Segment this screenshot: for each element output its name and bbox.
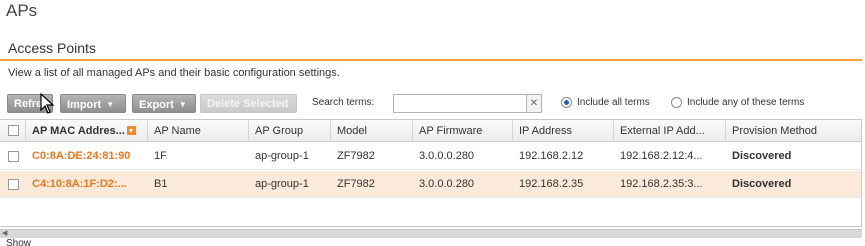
- section-title: Access Points: [8, 40, 96, 56]
- export-button[interactable]: Export ▼: [132, 94, 196, 113]
- include-all-terms-radio[interactable]: [561, 97, 572, 108]
- select-all-cell: [0, 120, 26, 142]
- scroll-left-icon[interactable]: ◀: [2, 230, 7, 238]
- provision-method-cell: Discovered: [732, 150, 792, 162]
- column-header-mac-label: AP MAC Addres...: [32, 125, 125, 137]
- column-header-firmware[interactable]: AP Firmware: [413, 120, 513, 142]
- ip-address-cell: 192.168.2.12: [519, 150, 584, 162]
- include-any-terms-label: Include any of these terms: [687, 97, 805, 108]
- column-header-model[interactable]: Model: [331, 120, 413, 142]
- ap-table: AP MAC Addres... AP Name AP Group Model …: [0, 119, 862, 227]
- show-label: Show: [6, 238, 32, 246]
- caret-down-icon: ▼: [178, 100, 187, 109]
- include-all-terms-label: Include all terms: [577, 97, 650, 108]
- firmware-cell: 3.0.0.0.280: [419, 150, 475, 162]
- ap-group-cell: ap-group-1: [255, 178, 309, 190]
- include-any-terms-radio[interactable]: [671, 97, 682, 108]
- ap-group-cell: ap-group-1: [255, 150, 309, 162]
- table-row[interactable]: C4:10:8A:1F:D2:... B1 ap-group-1 ZF7982 …: [0, 171, 861, 198]
- sort-desc-icon[interactable]: [126, 126, 136, 135]
- external-ip-cell: 192.168.2.12:4...: [620, 150, 703, 162]
- column-header-ip-address[interactable]: IP Address: [513, 120, 614, 142]
- mouse-cursor-icon: [40, 93, 55, 114]
- import-button[interactable]: Import ▼: [60, 94, 126, 113]
- model-cell: ZF7982: [337, 150, 375, 162]
- column-header-external-ip[interactable]: External IP Add...: [614, 120, 726, 142]
- column-header-ap-name[interactable]: AP Name: [148, 120, 249, 142]
- column-header-ap-group[interactable]: AP Group: [249, 120, 331, 142]
- import-button-label: Import: [67, 99, 102, 111]
- search-label: Search terms:: [312, 97, 375, 108]
- table-header: AP MAC Addres... AP Name AP Group Model …: [0, 120, 861, 142]
- external-ip-cell: 192.168.2.35:3...: [620, 178, 703, 190]
- column-header-provision-method[interactable]: Provision Method: [726, 120, 861, 142]
- section-description: View a list of all managed APs and their…: [8, 67, 340, 79]
- table-row[interactable]: C0:8A:DE:24:81:90 1F ap-group-1 ZF7982 3…: [0, 143, 861, 170]
- delete-selected-button[interactable]: Delete Selected: [200, 94, 297, 113]
- caret-down-icon: ▼: [106, 100, 115, 109]
- clear-search-icon[interactable]: ✕: [527, 94, 542, 113]
- horizontal-scrollbar[interactable]: ◀: [0, 229, 862, 238]
- ap-name-cell: 1F: [154, 150, 167, 162]
- export-button-label: Export: [139, 99, 174, 111]
- section-divider: [0, 59, 862, 61]
- mac-cell[interactable]: C4:10:8A:1F:D2:...: [26, 171, 148, 198]
- row-checkbox[interactable]: [8, 151, 19, 162]
- select-all-checkbox[interactable]: [8, 125, 19, 136]
- delete-selected-label: Delete Selected: [207, 98, 289, 110]
- toolbar: Refre Import ▼ Export ▼ Delete Selected Se…: [7, 94, 857, 114]
- mac-cell[interactable]: C0:8A:DE:24:81:90: [26, 143, 148, 170]
- model-cell: ZF7982: [337, 178, 375, 190]
- provision-method-cell: Discovered: [732, 178, 792, 190]
- ip-address-cell: 192.168.2.35: [519, 178, 584, 190]
- refresh-button-label: Refre: [14, 98, 43, 110]
- row-checkbox[interactable]: [8, 179, 19, 190]
- column-header-mac[interactable]: AP MAC Addres...: [26, 120, 148, 142]
- firmware-cell: 3.0.0.0.280: [419, 178, 475, 190]
- page-title: APs: [6, 1, 38, 20]
- search-input[interactable]: [393, 94, 527, 113]
- ap-name-cell: B1: [154, 178, 168, 190]
